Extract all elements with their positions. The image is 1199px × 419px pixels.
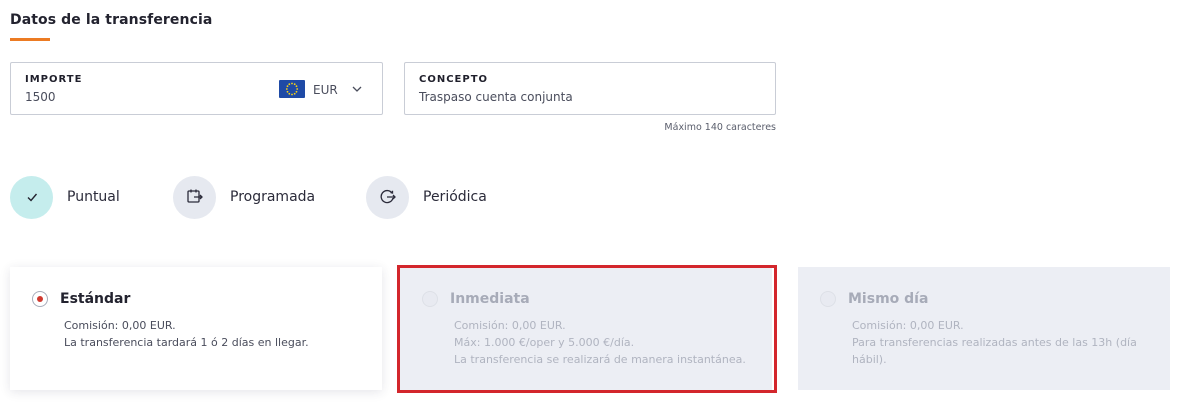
card-line: Comisión: 0,00 EUR. — [852, 319, 964, 332]
title-underline — [10, 38, 50, 41]
calendar-transfer-icon — [173, 175, 216, 219]
radio-button[interactable] — [422, 291, 438, 307]
calendar-repeat-icon — [366, 175, 409, 219]
transfer-type-inmediata[interactable]: Inmediata Comisión: 0,00 EUR. Máx: 1.000… — [400, 267, 772, 390]
section-title: Datos de la transferencia — [10, 12, 213, 28]
transfer-type-mismo-dia[interactable]: Mismo día Comisión: 0,00 EUR. Para trans… — [798, 267, 1170, 390]
concept-field[interactable]: CONCEPTO Traspaso cuenta conjunta — [404, 62, 776, 115]
frequency-option-puntual[interactable]: Puntual — [10, 175, 120, 219]
radio-selected-dot — [37, 296, 43, 302]
card-title: Inmediata — [450, 291, 530, 307]
transfer-type-estandar[interactable]: Estándar Comisión: 0,00 EUR. La transfer… — [10, 267, 382, 390]
concept-hint: Máximo 140 caracteres — [664, 122, 776, 133]
card-line: Comisión: 0,00 EUR. — [454, 319, 566, 332]
concept-input[interactable]: Traspaso cuenta conjunta — [419, 90, 573, 104]
eu-flag-icon — [279, 80, 305, 98]
card-title: Mismo día — [848, 291, 929, 307]
concept-label: CONCEPTO — [419, 74, 489, 85]
card-title: Estándar — [60, 291, 131, 307]
currency-code[interactable]: EUR — [313, 83, 338, 97]
chevron-down-icon[interactable] — [351, 80, 363, 92]
radio-button[interactable] — [820, 291, 836, 307]
frequency-option-periodica[interactable]: Periódica — [366, 175, 487, 219]
card-line: La transferencia tardará 1 ó 2 días en l… — [64, 336, 309, 349]
amount-input[interactable]: 1500 — [25, 90, 56, 104]
frequency-label: Puntual — [67, 189, 120, 205]
frequency-label: Programada — [230, 189, 316, 205]
check-icon — [10, 175, 53, 219]
card-line: Para transferencias realizadas antes de … — [852, 336, 1137, 366]
radio-button[interactable] — [32, 291, 48, 307]
frequency-option-programada[interactable]: Programada — [173, 175, 315, 219]
frequency-label: Periódica — [423, 189, 487, 205]
card-line: Comisión: 0,00 EUR. — [64, 319, 176, 332]
card-line: Máx: 1.000 €/oper y 5.000 €/día. — [454, 336, 635, 349]
amount-field[interactable]: IMPORTE 1500 EUR — [10, 62, 383, 115]
card-line: La transferencia se realizará de manera … — [454, 353, 746, 366]
amount-label: IMPORTE — [25, 74, 83, 85]
